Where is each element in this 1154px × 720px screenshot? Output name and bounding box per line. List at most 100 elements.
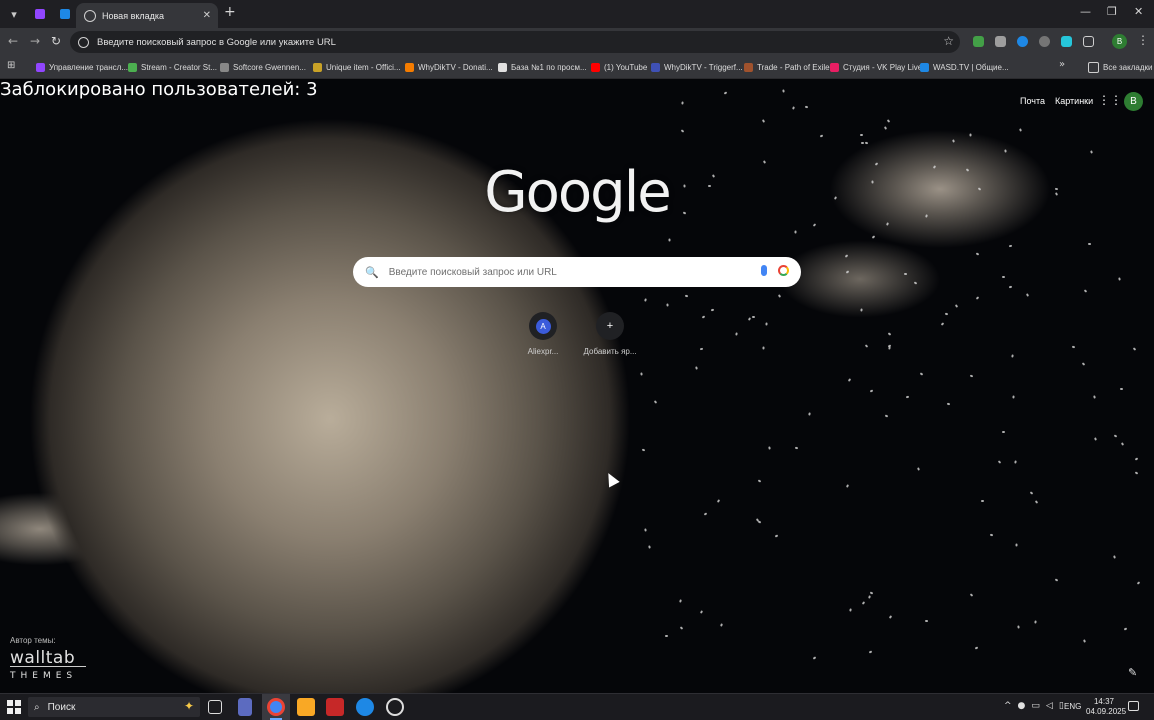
calculator-icon[interactable] [238, 698, 252, 716]
task-view-icon[interactable] [208, 700, 222, 714]
theme-author-label: Автор темы: [10, 636, 56, 645]
address-bar[interactable]: Введите поисковый запрос в Google или ук… [70, 31, 960, 53]
images-link[interactable]: Картинки [1055, 96, 1093, 106]
asteroid-speck [684, 294, 688, 297]
reload-icon[interactable]: ↻ [51, 34, 61, 48]
search-icon: ⌕ [34, 701, 40, 713]
network-icon[interactable]: ▭ [1031, 701, 1040, 711]
chrome-favicon-icon [84, 9, 96, 22]
volume-icon[interactable]: ◁ [1046, 701, 1053, 711]
screen-extension-icon[interactable] [995, 36, 1006, 47]
asteroid-speck [1011, 353, 1014, 358]
bookmark-item[interactable]: (1) YouTube [591, 60, 647, 74]
tab-new-tab[interactable]: Новая вкладка ✕ [76, 3, 218, 28]
add-shortcut-button[interactable]: + Добавить яр... [580, 312, 640, 356]
walltab-logo[interactable]: walltab THEMES [10, 650, 86, 684]
asteroid-speck [666, 303, 669, 307]
pinned-tab-calendar[interactable] [55, 4, 75, 24]
system-tray: ^ ● ▭ ◁ ▯ [1004, 701, 1064, 711]
google-account-avatar[interactable]: B [1124, 92, 1143, 111]
all-bookmarks-button[interactable]: Все закладки [1088, 60, 1152, 74]
tray-chevron-icon[interactable]: ^ [1004, 701, 1012, 711]
chrome-menu-icon[interactable]: ⋮ [1137, 33, 1149, 47]
clock[interactable]: 14:37 04.09.2025 [1086, 697, 1126, 717]
bookmark-item[interactable]: Trade - Path of Exile [744, 60, 830, 74]
microphone-icon[interactable]: ● [1018, 701, 1026, 711]
bookmark-favicon-icon [651, 62, 660, 72]
mail-link[interactable]: Почта [1020, 96, 1045, 106]
search-input[interactable] [386, 265, 751, 279]
google-g-icon [78, 36, 89, 48]
tab-search-icon[interactable]: ▾ [3, 3, 25, 25]
shortcut-label: Добавить яр... [583, 347, 637, 356]
bookmark-item[interactable]: WhyDikTV - Triggerf... [651, 60, 743, 74]
asteroid-speck [703, 511, 707, 516]
asteroid-speck [807, 412, 811, 416]
asteroid-speck [1018, 127, 1022, 132]
customize-pencil-icon[interactable]: ✎ [1128, 666, 1137, 679]
profile-avatar[interactable]: B [1112, 34, 1127, 49]
vpn-extension-icon[interactable] [1017, 36, 1028, 47]
tab-title: Новая вкладка [102, 10, 165, 21]
cloud-extension-icon[interactable] [1039, 36, 1050, 47]
file-explorer-icon[interactable] [297, 698, 315, 716]
bookmark-item[interactable]: WASD.TV | Общие... [920, 60, 1009, 74]
forward-arrow-icon[interactable]: → [30, 34, 40, 48]
google-search-box[interactable]: 🔍 [353, 257, 801, 287]
microphone-icon[interactable] [761, 265, 767, 276]
bookmark-item[interactable]: Stream - Creator St... [128, 60, 217, 74]
pinned-tab-twitch[interactable] [30, 4, 50, 24]
shortcut-letter: A [535, 318, 551, 334]
asteroid-speck [682, 184, 686, 188]
folder-icon [1088, 61, 1099, 73]
asteroid-speck [767, 446, 771, 450]
bookmarks-bar: ⊞ Управление трансл... Stream - Creator … [0, 56, 1154, 79]
copilot-sparkle-icon: ✦ [183, 699, 194, 713]
notifications-icon[interactable] [1128, 701, 1139, 711]
edge-icon[interactable] [356, 698, 374, 716]
bookmark-favicon-icon [128, 62, 137, 72]
bookmarks-overflow-icon[interactable]: » [1059, 59, 1065, 70]
asteroid-speck [980, 500, 984, 503]
bookmark-favicon-icon [920, 62, 929, 72]
asteroid-speck [860, 308, 863, 312]
language-indicator[interactable]: ENG [1064, 702, 1081, 711]
google-lens-icon[interactable] [778, 265, 789, 276]
asteroid-speck [640, 371, 643, 376]
minimize-button[interactable]: — [1080, 5, 1091, 18]
taskbar-search-box[interactable]: ⌕ Поиск ✦ [28, 697, 200, 717]
bookmark-item[interactable]: Студия - VK Play Live [830, 60, 922, 74]
chrome-icon[interactable] [267, 698, 285, 716]
plus-icon: + [596, 312, 624, 340]
bookmark-item[interactable]: WhyDikTV - Donati... [405, 60, 493, 74]
bookmark-item[interactable]: Управление трансл... [36, 60, 128, 74]
bookmark-item[interactable]: Unique item - Offici... [313, 60, 401, 74]
asteroid-speck [1011, 395, 1015, 399]
tab-close-icon[interactable]: ✕ [203, 10, 211, 21]
browser-window: ▾ Новая вкладка ✕ + — ❐ ✕ ← → ↻ Введите … [0, 0, 1154, 720]
close-window-button[interactable]: ✕ [1134, 5, 1143, 18]
obs-recorder-icon[interactable] [326, 698, 344, 716]
translate-extension-icon[interactable] [1061, 36, 1072, 47]
toolbar: ← → ↻ Введите поисковый запрос в Google … [0, 28, 1154, 56]
adblock-extension-icon[interactable] [973, 36, 984, 47]
back-arrow-icon[interactable]: ← [8, 34, 18, 48]
taskbar-search-label: Поиск [47, 701, 76, 713]
asteroid-speck [1004, 149, 1007, 153]
apps-grid-icon[interactable]: ⊞ [7, 60, 15, 71]
new-tab-button[interactable]: + [224, 4, 236, 20]
maximize-button[interactable]: ❐ [1107, 5, 1117, 18]
bookmark-favicon-icon [36, 62, 45, 72]
bookmark-favicon-icon [744, 62, 753, 72]
asteroid-speck [924, 214, 928, 218]
theme-logo-main: walltab [10, 648, 76, 668]
bookmark-star-icon[interactable]: ☆ [943, 34, 954, 48]
windows-start-icon[interactable] [7, 700, 21, 714]
bookmark-item[interactable]: Softcore Gwennen... [220, 60, 306, 74]
shortcut-aliexpress[interactable]: A Aliexpr... [513, 312, 573, 356]
asteroid-speck [734, 332, 738, 336]
app-circle-icon[interactable] [386, 698, 404, 716]
extensions-puzzle-icon[interactable] [1083, 36, 1094, 47]
bookmark-item[interactable]: База №1 по просм... [498, 60, 587, 74]
search-icon: 🔍 [365, 265, 379, 279]
